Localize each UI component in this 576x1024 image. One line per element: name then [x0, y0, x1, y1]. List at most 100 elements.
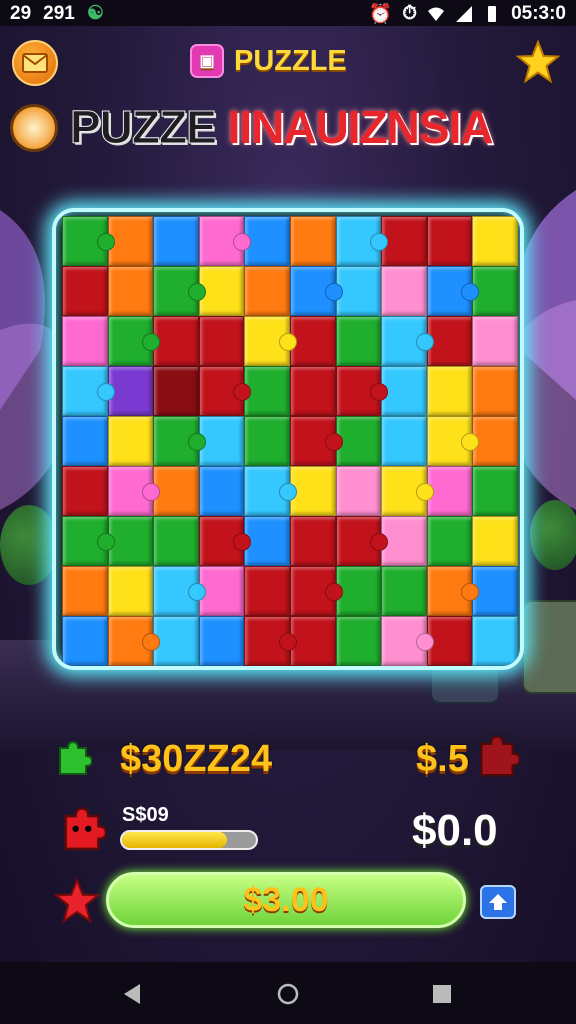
puzzle-piece[interactable] — [153, 316, 199, 366]
puzzle-piece[interactable] — [335, 316, 382, 366]
puzzle-piece[interactable] — [426, 266, 479, 316]
puzzle-piece[interactable] — [107, 616, 160, 666]
purchase-button[interactable]: $3.00 — [106, 872, 466, 928]
status-left-2: 291 — [43, 2, 75, 24]
puzzle-piece[interactable] — [472, 216, 518, 266]
background-car-center — [430, 664, 500, 704]
puzzle-piece[interactable] — [62, 266, 108, 316]
puzzle-piece[interactable] — [107, 466, 160, 516]
red-monster-piece-icon — [64, 807, 106, 851]
puzzle-piece[interactable] — [198, 516, 251, 566]
puzzle-piece[interactable] — [289, 266, 343, 316]
puzzle-piece[interactable] — [198, 216, 251, 266]
puzzle-piece[interactable] — [472, 616, 518, 666]
puzzle-piece[interactable] — [198, 366, 251, 416]
puzzle-piece[interactable] — [426, 566, 479, 616]
puzzle-piece[interactable] — [472, 416, 518, 466]
puzzle-piece[interactable] — [289, 566, 343, 616]
puzzle-piece[interactable] — [244, 266, 290, 316]
tree-left — [0, 505, 58, 585]
game-title: PUZZE IINAUIZNSIA — [70, 100, 494, 154]
stats-panel: $30ZZ24 $.5 S$09 $0.0 $3.00 — [0, 720, 576, 960]
puzzle-piece[interactable] — [153, 516, 199, 566]
puzzle-piece[interactable] — [472, 316, 518, 366]
puzzle-piece[interactable] — [426, 216, 473, 266]
puzzle-piece[interactable] — [289, 416, 343, 466]
puzzle-piece[interactable] — [107, 566, 154, 616]
header-title-group: ▣ PUZZLE — [190, 44, 347, 78]
puzzle-piece[interactable] — [153, 366, 199, 416]
progress-bar-fill — [122, 832, 227, 848]
puzzle-piece[interactable] — [62, 366, 115, 416]
puzzle-piece[interactable] — [472, 516, 518, 566]
share-button[interactable] — [480, 885, 516, 919]
puzzle-piece[interactable] — [62, 566, 108, 616]
puzzle-piece[interactable] — [381, 516, 427, 566]
puzzle-piece[interactable] — [381, 566, 427, 616]
puzzle-piece[interactable] — [381, 266, 427, 316]
puzzle-piece[interactable] — [62, 616, 108, 666]
puzzle-piece[interactable] — [244, 416, 290, 466]
puzzle-piece[interactable] — [381, 316, 434, 366]
status-bar: 29 291 ☯ ⏰ ⏱ 05:3:0 — [0, 0, 576, 26]
puzzle-piece[interactable] — [335, 366, 388, 416]
back-icon[interactable] — [120, 982, 144, 1006]
puzzle-piece[interactable] — [153, 616, 199, 666]
puzzle-piece[interactable] — [107, 316, 160, 366]
puzzle-piece[interactable] — [381, 466, 434, 516]
puzzle-piece[interactable] — [244, 566, 290, 616]
puzzle-piece[interactable] — [107, 416, 154, 466]
puzzle-piece[interactable] — [335, 616, 382, 666]
puzzle-board[interactable] — [62, 216, 518, 666]
status-left-1: 29 — [10, 2, 32, 24]
puzzle-piece[interactable] — [153, 466, 199, 516]
mail-button[interactable] — [12, 40, 58, 86]
puzzle-piece[interactable] — [153, 566, 206, 616]
puzzle-piece[interactable] — [381, 366, 427, 416]
puzzle-piece[interactable] — [244, 366, 290, 416]
puzzle-piece[interactable] — [335, 516, 388, 566]
puzzle-piece[interactable] — [244, 616, 297, 666]
red-star-icon — [54, 878, 100, 924]
puzzle-piece[interactable] — [244, 316, 297, 366]
puzzle-piece[interactable] — [244, 516, 290, 566]
clock-icon: ⏱ — [402, 3, 418, 24]
puzzle-piece[interactable] — [381, 216, 427, 266]
puzzle-piece[interactable] — [107, 266, 154, 316]
puzzle-piece[interactable] — [289, 516, 336, 566]
puzzle-piece[interactable] — [426, 416, 479, 466]
puzzle-piece[interactable] — [198, 466, 245, 516]
puzzle-piece[interactable] — [153, 416, 206, 466]
puzzle-piece[interactable] — [62, 516, 115, 566]
puzzle-board-frame — [52, 208, 524, 670]
puzzle-piece[interactable] — [198, 616, 245, 666]
puzzle-piece[interactable] — [289, 216, 336, 266]
puzzle-piece[interactable] — [153, 266, 206, 316]
puzzle-piece[interactable] — [335, 216, 388, 266]
puzzle-piece[interactable] — [62, 416, 108, 466]
top-header: ▣ PUZZLE — [0, 36, 576, 90]
puzzle-piece[interactable] — [381, 416, 427, 466]
puzzle-piece[interactable] — [244, 216, 290, 266]
puzzle-piece[interactable] — [198, 316, 245, 366]
puzzle-piece[interactable] — [153, 216, 199, 266]
star-icon[interactable] — [516, 40, 560, 84]
puzzle-piece[interactable] — [289, 366, 336, 416]
puzzle-piece[interactable] — [472, 266, 518, 316]
puzzle-piece[interactable] — [244, 466, 297, 516]
puzzle-piece[interactable] — [472, 466, 518, 516]
puzzle-piece[interactable] — [62, 466, 108, 516]
signal-icon — [456, 6, 473, 22]
tree-right — [530, 500, 576, 570]
green-score: $30ZZ24 — [120, 738, 273, 780]
puzzle-piece[interactable] — [62, 316, 108, 366]
recents-icon[interactable] — [430, 982, 454, 1006]
puzzle-piece[interactable] — [335, 466, 382, 516]
puzzle-piece[interactable] — [472, 566, 518, 616]
home-icon[interactable] — [276, 982, 300, 1006]
puzzle-piece[interactable] — [426, 366, 473, 416]
puzzle-piece[interactable] — [426, 516, 473, 566]
puzzle-piece[interactable] — [472, 366, 518, 416]
puzzle-piece[interactable] — [381, 616, 434, 666]
puzzle-piece[interactable] — [62, 216, 115, 266]
